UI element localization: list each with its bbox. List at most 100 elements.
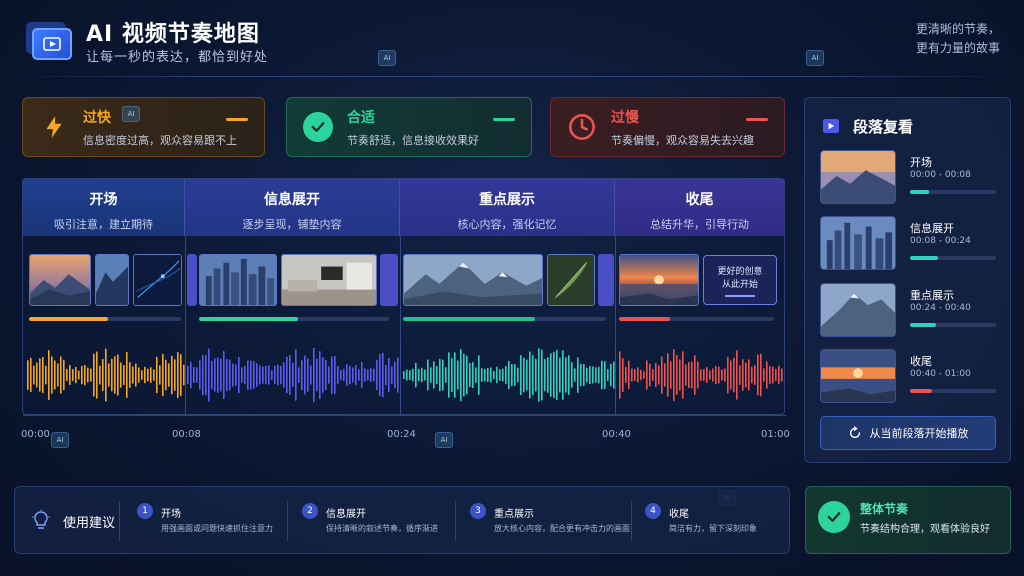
waveform-bar [502, 368, 504, 382]
waveform-bar [715, 365, 717, 385]
waveform-bar [460, 348, 462, 402]
clip-thumbnail[interactable] [95, 254, 129, 306]
waveform-bar [150, 367, 152, 383]
clip-thumbnail[interactable] [29, 254, 91, 306]
clip-thumbnail[interactable] [403, 254, 543, 306]
callout-line-1: 更好的创意 [717, 267, 763, 277]
waveform-bar [757, 354, 759, 396]
waveform-bar [81, 365, 83, 385]
segment-name: 重点展示 [479, 192, 535, 208]
waveform-bar [111, 358, 113, 392]
waveform-bar [114, 356, 116, 394]
check-circle-icon [818, 501, 850, 533]
clip-handle[interactable] [380, 254, 398, 306]
waveform-bar [376, 359, 378, 391]
segment-progress-bar [619, 317, 774, 321]
segment-header-highlight[interactable]: 重点展示 核心内容，强化记忆 [400, 179, 615, 236]
pace-indicator [226, 118, 248, 121]
pace-card-slow[interactable]: 过慢 节奏偏慢，观众容易失去兴趣 [550, 97, 785, 157]
time-tick: 00:08 [172, 429, 201, 440]
waveform-bar [391, 366, 393, 384]
waveform-bar [754, 365, 756, 385]
review-item-opening[interactable]: 开场 00:00 - 00:08 [820, 150, 1000, 204]
waveform-bar [289, 354, 291, 396]
audio-waveform[interactable] [23, 345, 786, 405]
tip-name: 信息展开 [326, 509, 366, 520]
waveform-bar [562, 350, 564, 400]
waveform-bar [382, 352, 384, 398]
clip-thumbnail[interactable] [547, 254, 595, 306]
review-title: 段落复看 [853, 118, 914, 136]
waveform-bar [241, 367, 243, 383]
lightning-icon [39, 112, 69, 142]
creative-callout[interactable]: 更好的创意 从此开始 [703, 255, 777, 305]
waveform-bar [478, 355, 480, 395]
waveform-bar [397, 357, 399, 393]
waveform-bar [721, 369, 723, 381]
pace-card-fast[interactable]: 过快 信息密度过高，观众容易跟不上 [22, 97, 265, 157]
waveform-bar [63, 359, 65, 391]
play-from-segment-button[interactable]: 从当前段落开始播放 [820, 416, 996, 450]
segment-header-ending[interactable]: 收尾 总结升华，引导行动 [615, 179, 784, 236]
review-item-highlight[interactable]: 重点展示 00:24 - 00:40 [820, 283, 1000, 337]
clip-handle[interactable] [187, 254, 197, 306]
waveform-bar [87, 367, 89, 383]
waveform-bar [316, 358, 318, 392]
review-item-ending[interactable]: 收尾 00:40 - 01:00 [820, 349, 1000, 403]
waveform-bar [370, 368, 372, 382]
waveform-bar [319, 351, 321, 399]
waveform-bar [190, 361, 192, 389]
pace-card-ok[interactable]: 合适 节奏舒适，信息接收效果好 [286, 97, 532, 157]
clip-thumbnail[interactable] [133, 254, 182, 306]
waveform-bar [334, 355, 336, 395]
waveform-bar [214, 358, 216, 392]
waveform-bar [556, 349, 558, 401]
clip-thumbnail[interactable] [281, 254, 377, 306]
review-item-development[interactable]: 信息展开 00:08 - 00:24 [820, 216, 1000, 270]
waveform-bar [574, 368, 576, 382]
waveform-bar [99, 365, 101, 385]
waveform-bar [72, 368, 74, 382]
app-logo-icon [26, 22, 72, 60]
review-thumbnail [820, 150, 896, 204]
waveform-bar [472, 361, 474, 389]
waveform-bar [253, 360, 255, 390]
waveform-bar [595, 367, 597, 383]
pace-desc: 节奏舒适，信息接收效果好 [347, 133, 479, 147]
waveform-bar [661, 356, 663, 394]
review-progress-fill [910, 256, 938, 260]
clip-thumbnail[interactable] [619, 254, 699, 306]
pace-indicator [746, 118, 768, 121]
waveform-bar [688, 361, 690, 389]
waveform-bar [526, 359, 528, 391]
clip-handle[interactable] [598, 254, 614, 306]
waveform-bar [577, 357, 579, 393]
waveform-bar [673, 348, 675, 402]
waveform-bar [229, 359, 231, 391]
waveform-bar [223, 350, 225, 400]
play-button-label: 从当前段落开始播放 [869, 427, 969, 440]
tip-number: 4 [645, 503, 661, 519]
rhythm-timeline: 开场 吸引注意，建立期待 信息展开 逐步呈现，铺垫内容 重点展示 核心内容，强化… [22, 178, 786, 416]
waveform-bar [217, 357, 219, 393]
waveform-bar [271, 370, 273, 380]
waveform-bar [162, 353, 164, 397]
clip-thumbnail[interactable] [199, 254, 277, 306]
waveform-bar [712, 368, 714, 382]
waveform-bar [325, 359, 327, 391]
waveform-bar [736, 350, 738, 400]
waveform-bar [601, 360, 603, 390]
waveform-bar [412, 368, 414, 382]
segment-header-opening[interactable]: 开场 吸引注意，建立期待 [23, 179, 185, 236]
waveform-bar [54, 360, 56, 390]
waveform-bar [274, 365, 276, 385]
waveform-bar [463, 353, 465, 397]
review-item-time: 00:40 - 01:00 [910, 369, 971, 379]
page-subtitle: 让每一秒的表达，都恰到好处 [86, 50, 269, 65]
waveform-bar [265, 365, 267, 385]
waveform-bar [442, 359, 444, 391]
waveform-bar [174, 359, 176, 391]
waveform-bar [520, 354, 522, 396]
tip-number: 1 [137, 503, 153, 519]
segment-header-development[interactable]: 信息展开 逐步呈现，铺垫内容 [185, 179, 400, 236]
